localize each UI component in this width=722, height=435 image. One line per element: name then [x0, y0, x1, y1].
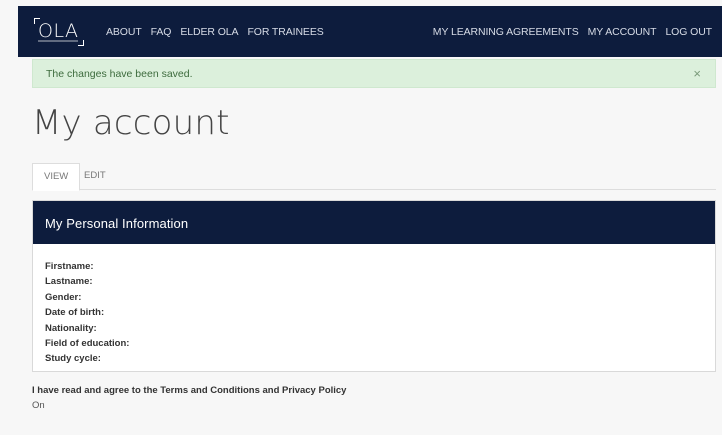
- terms-value: On: [32, 400, 45, 411]
- logo-text: OLA: [38, 20, 79, 42]
- personal-info-fields: Firstname: Lastname: Gender: Date of bir…: [45, 259, 129, 367]
- nav-link-about[interactable]: ABOUT: [106, 26, 142, 38]
- page: OLA ABOUT FAQ ELDER OLA FOR TRAINEES MY …: [0, 0, 722, 435]
- nav-link-my-account[interactable]: MY ACCOUNT: [588, 26, 657, 38]
- field-field-of-education: Field of education:: [45, 338, 130, 350]
- nav-link-faq[interactable]: FAQ: [151, 26, 172, 38]
- logo-bracket-icon: [78, 40, 84, 46]
- card-title: My Personal Information: [45, 216, 189, 231]
- nav-left: ABOUT FAQ ELDER OLA FOR TRAINEES: [106, 6, 333, 57]
- card-header: My Personal Information: [33, 201, 715, 244]
- ola-logo[interactable]: OLA: [34, 18, 84, 46]
- nav-right: MY LEARNING AGREEMENTS MY ACCOUNT LOG OU…: [424, 6, 712, 57]
- nav-link-for-trainees[interactable]: FOR TRAINEES: [247, 26, 323, 38]
- nav-link-my-learning-agreements[interactable]: MY LEARNING AGREEMENTS: [433, 26, 579, 38]
- close-icon[interactable]: ×: [693, 66, 701, 81]
- field-gender: Gender:: [45, 291, 82, 303]
- field-study-cycle: Study cycle:: [45, 353, 101, 365]
- field-firstname: Firstname:: [45, 261, 94, 272]
- nav-link-log-out[interactable]: LOG OUT: [665, 26, 712, 38]
- field-lastname: Lastname:: [45, 276, 93, 288]
- personal-info-card: My Personal Information Firstname: Lastn…: [32, 200, 716, 372]
- field-date-of-birth: Date of birth:: [45, 307, 105, 319]
- alert-message: The changes have been saved.: [46, 67, 193, 80]
- terms-label: I have read and agree to the Terms and C…: [32, 385, 347, 396]
- nav-link-elder-ola[interactable]: ELDER OLA: [180, 26, 238, 38]
- field-nationality: Nationality:: [45, 322, 97, 334]
- success-alert: The changes have been saved. ×: [32, 59, 716, 88]
- logo-underline: [38, 40, 78, 42]
- top-navbar: OLA ABOUT FAQ ELDER OLA FOR TRAINEES MY …: [18, 6, 722, 57]
- page-title: My account: [32, 103, 230, 143]
- tabs: VIEW EDIT: [32, 163, 716, 191]
- tab-edit[interactable]: EDIT: [73, 163, 117, 190]
